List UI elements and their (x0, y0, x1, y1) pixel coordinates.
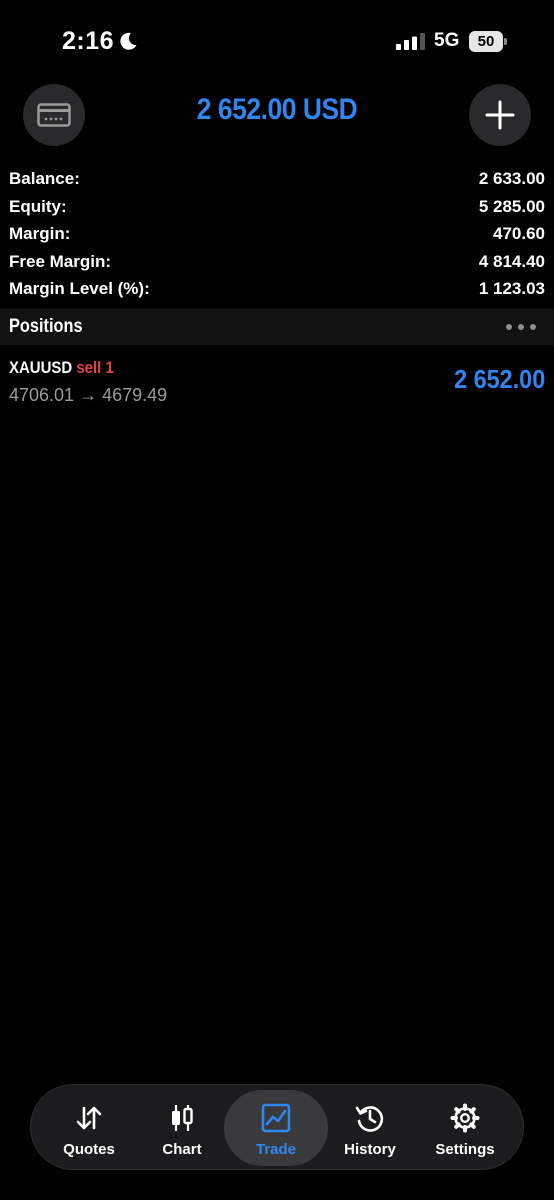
moon-icon (120, 32, 137, 50)
tab-settings-label: Settings (435, 1141, 495, 1158)
equity-row: Equity: 5 285.00 (9, 195, 545, 223)
margin-row: Margin: 470.60 (9, 222, 545, 250)
equity-value: 5 285.00 (478, 196, 545, 216)
tab-chart[interactable]: Chart (136, 1090, 228, 1166)
more-options-icon[interactable] (505, 323, 537, 331)
margin-level-label: Margin Level (%): (9, 279, 150, 298)
margin-label: Margin: (9, 224, 71, 243)
status-bar: 2:16 5G 50 (0, 0, 554, 80)
tab-quotes-label: Quotes (63, 1141, 115, 1158)
position-prices: 4706.01 → 4679.49 (9, 385, 167, 406)
tab-bar: Quotes Chart Trade History Settings (30, 1084, 524, 1170)
position-current-price: 4679.49 (102, 385, 168, 405)
balance-value: 2 633.00 (478, 169, 545, 188)
battery-icon: 50 (469, 31, 507, 52)
add-order-button[interactable] (469, 84, 531, 146)
balance-label: Balance: (9, 169, 80, 188)
tab-history-label: History (344, 1141, 396, 1158)
arrow-right-icon: → (79, 385, 98, 405)
balance-row: Balance: 2 633.00 (9, 167, 545, 195)
margin-level-value: 1 123.03 (478, 279, 545, 298)
trade-chart-icon (261, 1103, 291, 1133)
account-total: 2 652.00 USD (196, 93, 358, 126)
position-profit: 2 652.00 (453, 364, 545, 394)
free-margin-value: 4 814.40 (478, 251, 545, 271)
gear-icon (450, 1103, 480, 1133)
positions-title: Positions (9, 316, 83, 337)
plus-icon (485, 100, 515, 130)
signal-icon (396, 33, 425, 50)
quotes-arrows-icon (76, 1106, 102, 1130)
status-time: 2:16 (62, 27, 115, 55)
position-symbol-line: XAUUSD sell 1 (9, 358, 114, 378)
history-clock-icon (355, 1106, 384, 1132)
equity-label: Equity: (9, 196, 67, 216)
position-open-price: 4706.01 (9, 385, 75, 405)
network-type: 5G (434, 30, 460, 51)
candlestick-icon (172, 1105, 193, 1131)
free-margin-row: Free Margin: 4 814.40 (9, 250, 545, 278)
margin-level-row: Margin Level (%): 1 123.03 (9, 277, 545, 305)
position-symbol: XAUUSD (9, 358, 73, 377)
margin-value: 470.60 (493, 224, 545, 243)
tab-history[interactable]: History (324, 1090, 416, 1166)
position-row[interactable]: XAUUSD sell 1 4706.01 → 4679.49 2 652.00 (0, 348, 554, 412)
position-side: sell 1 (76, 358, 114, 377)
tab-trade[interactable]: Trade (224, 1090, 328, 1166)
tab-settings[interactable]: Settings (419, 1090, 511, 1166)
tab-quotes[interactable]: Quotes (43, 1090, 135, 1166)
tab-chart-label: Chart (162, 1141, 202, 1158)
account-summary: Balance: 2 633.00 Equity: 5 285.00 Margi… (9, 167, 545, 305)
tab-trade-label: Trade (255, 1141, 297, 1158)
free-margin-label: Free Margin: (9, 251, 112, 271)
battery-level: 50 (477, 33, 495, 50)
positions-header: Positions (0, 309, 554, 345)
